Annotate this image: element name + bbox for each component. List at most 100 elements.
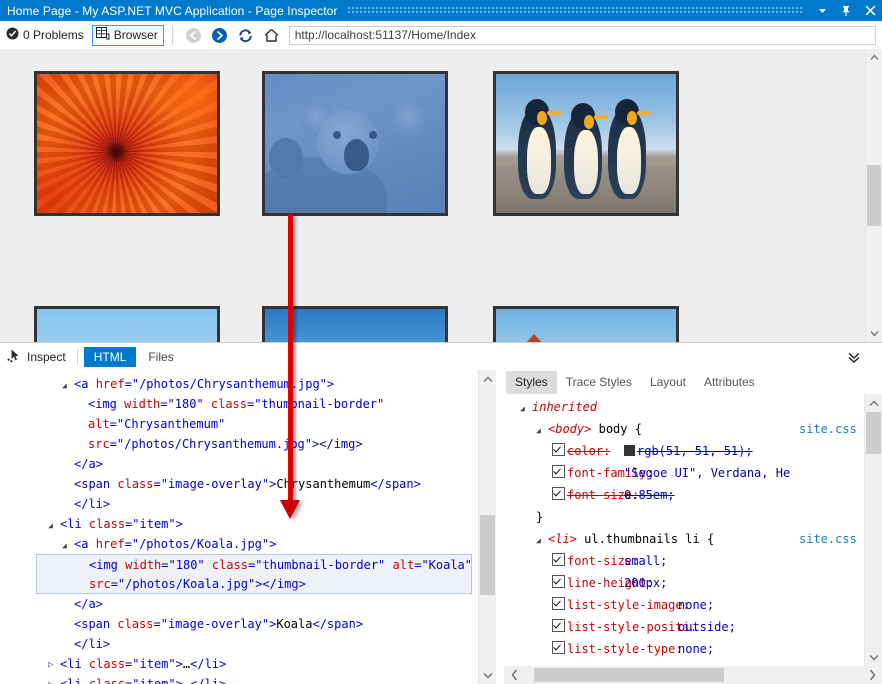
declaration-checkbox[interactable] <box>552 487 565 500</box>
forward-button[interactable] <box>207 22 233 48</box>
style-declaration[interactable]: list-style-type:none; <box>504 638 882 660</box>
tab-attributes[interactable]: Attributes <box>695 371 764 394</box>
chevron-down-icon[interactable] <box>865 648 882 666</box>
html-source-line[interactable]: <span class="image-overlay">Koala</span> <box>0 614 472 634</box>
styles-rule-list[interactable]: ◢inherited◢<body> body {site.csscolor:rg… <box>504 394 882 684</box>
thumbnail-jellyfish[interactable] <box>262 306 448 342</box>
html-source-text: </li> <box>74 637 110 651</box>
declaration-property: list-style-type: <box>567 642 683 656</box>
html-source-line[interactable]: src="/photos/Koala.jpg"></img> <box>36 574 472 594</box>
close-icon[interactable] <box>858 0 882 21</box>
chevron-right-icon[interactable] <box>862 669 882 681</box>
tab-styles[interactable]: Styles <box>506 371 557 394</box>
scrollbar-thumb[interactable] <box>867 165 881 226</box>
style-rule-header[interactable]: ◢<li> ul.thumbnails li {site.css <box>504 528 882 550</box>
collapse-triangle-icon[interactable]: ◢ <box>48 516 57 536</box>
html-source-line[interactable]: <span class="image-overlay">Chrysanthemu… <box>0 474 472 494</box>
declaration-checkbox[interactable] <box>552 575 565 588</box>
style-declaration[interactable]: font-size:small; <box>504 550 882 572</box>
declaration-checkbox[interactable] <box>552 465 565 478</box>
styles-group-label: inherited <box>532 400 597 414</box>
refresh-button[interactable] <box>233 22 259 48</box>
browser-button[interactable]: Browser <box>92 25 164 46</box>
back-button[interactable] <box>181 22 207 48</box>
thumbnail-lighthouse[interactable] <box>493 306 679 342</box>
collapse-triangle-icon[interactable]: ◢ <box>62 536 71 556</box>
chevron-up-icon[interactable] <box>866 49 882 66</box>
style-declaration[interactable]: font-family:"Segoe UI", Verdana, He <box>504 462 882 484</box>
panel-splitter[interactable] <box>496 370 504 684</box>
html-source-line[interactable]: alt="Chrysanthemum" <box>0 414 472 434</box>
chevron-left-icon[interactable] <box>504 669 524 681</box>
tab-html[interactable]: HTML <box>84 347 137 367</box>
tab-trace-styles[interactable]: Trace Styles <box>557 371 641 394</box>
chevron-up-icon[interactable] <box>865 394 882 412</box>
thumbnail-penguins[interactable] <box>493 71 679 216</box>
collapse-triangle-icon: ◢ <box>520 398 529 420</box>
html-source-line[interactable]: ▷<li class="item">…</li> <box>0 654 472 674</box>
style-declaration[interactable]: line-height:200px; <box>504 572 882 594</box>
style-rule-header[interactable]: ◢<body> body {site.css <box>504 418 882 440</box>
lighthouse-image <box>496 309 676 342</box>
html-source-line[interactable]: </li> <box>0 634 472 654</box>
problems-indicator[interactable]: 0 Problems <box>6 27 84 43</box>
styles-group-inherited[interactable]: ◢inherited <box>504 396 882 418</box>
html-source-text: </li> <box>74 497 110 511</box>
html-source-text: </a> <box>74 457 103 471</box>
expand-triangle-icon[interactable]: ▷ <box>48 655 57 675</box>
collapse-triangle-icon[interactable]: ◢ <box>62 376 71 396</box>
address-bar[interactable]: http://localhost:51137/Home/Index <box>289 26 876 45</box>
html-source-line[interactable]: <img width="180" class="thumbnail-border… <box>0 394 472 414</box>
scrollbar-thumb[interactable] <box>480 515 495 595</box>
html-source-text: </a> <box>74 597 103 611</box>
scrollbar-thumb[interactable] <box>866 412 881 454</box>
declaration-value: "Segoe UI", Verdana, He <box>624 466 790 480</box>
html-source-line[interactable]: <img width="180" class="thumbnail-border… <box>36 554 472 574</box>
chevron-up-icon[interactable] <box>479 370 496 388</box>
html-source-line[interactable]: src="/photos/Chrysanthemum.jpg"></img> <box>0 434 472 454</box>
declaration-checkbox[interactable] <box>552 553 565 566</box>
html-markup-pane[interactable]: ◢<a href="/photos/Chrysanthemum.jpg"> <im… <box>0 370 478 684</box>
html-pane-scrollbar[interactable] <box>478 370 496 684</box>
expand-triangle-icon[interactable]: ▷ <box>48 675 57 684</box>
inspect-button[interactable]: Inspect <box>0 346 73 368</box>
tab-files[interactable]: Files <box>138 347 183 367</box>
scrollbar-thumb[interactable] <box>534 668 724 682</box>
style-declaration[interactable]: color:rgb(51, 51, 51); <box>504 440 882 462</box>
html-source-text: <img width="180" class="thumbnail-border… <box>89 558 472 572</box>
window-title: Home Page - My ASP.NET MVC Application -… <box>0 4 338 18</box>
styles-horizontal-scrollbar[interactable] <box>504 666 882 684</box>
html-source-line[interactable]: ◢<li class="item"> <box>0 514 472 534</box>
style-declaration[interactable]: list-style-positi…outside; <box>504 616 882 638</box>
declaration-checkbox[interactable] <box>552 597 565 610</box>
html-source-line[interactable]: ▷<li class="item">…</li> <box>0 674 472 684</box>
thumbnail-tulips[interactable] <box>34 306 220 342</box>
chevron-down-icon[interactable] <box>866 325 882 342</box>
scrollbar-track[interactable] <box>524 668 862 682</box>
thumbnail-chrysanthemum[interactable] <box>34 71 220 216</box>
tab-layout[interactable]: Layout <box>641 371 695 394</box>
html-source-line[interactable]: </li> <box>0 494 472 514</box>
chevron-down-icon[interactable] <box>479 666 496 684</box>
declaration-value: small; <box>624 554 667 568</box>
home-button[interactable] <box>259 22 285 48</box>
html-source-line[interactable]: ◢<a href="/photos/Chrysanthemum.jpg"> <box>0 374 472 394</box>
declaration-checkbox[interactable] <box>552 641 565 654</box>
html-source-line[interactable]: </a> <box>0 454 472 474</box>
style-declaration[interactable]: list-style-image:none; <box>504 594 882 616</box>
browser-window-icon <box>96 27 110 43</box>
viewport-scrollbar[interactable] <box>865 49 882 342</box>
title-bar-grip <box>344 0 804 21</box>
style-declaration[interactable]: font-size:0.85em; <box>504 484 882 506</box>
double-chevron-down-icon[interactable] <box>844 347 864 367</box>
html-source-line[interactable]: ◢<a href="/photos/Koala.jpg"> <box>0 534 472 554</box>
declaration-checkbox[interactable] <box>552 443 565 456</box>
thumbnail-koala[interactable] <box>262 71 448 216</box>
html-source-line[interactable]: </a> <box>0 594 472 614</box>
html-source-text: <img width="180" class="thumbnail-border… <box>88 397 384 411</box>
styles-vertical-scrollbar[interactable] <box>864 394 882 666</box>
style-rule-close: } <box>504 506 882 528</box>
pin-icon[interactable] <box>834 0 858 21</box>
declaration-checkbox[interactable] <box>552 619 565 632</box>
chevron-down-icon[interactable] <box>810 0 834 21</box>
